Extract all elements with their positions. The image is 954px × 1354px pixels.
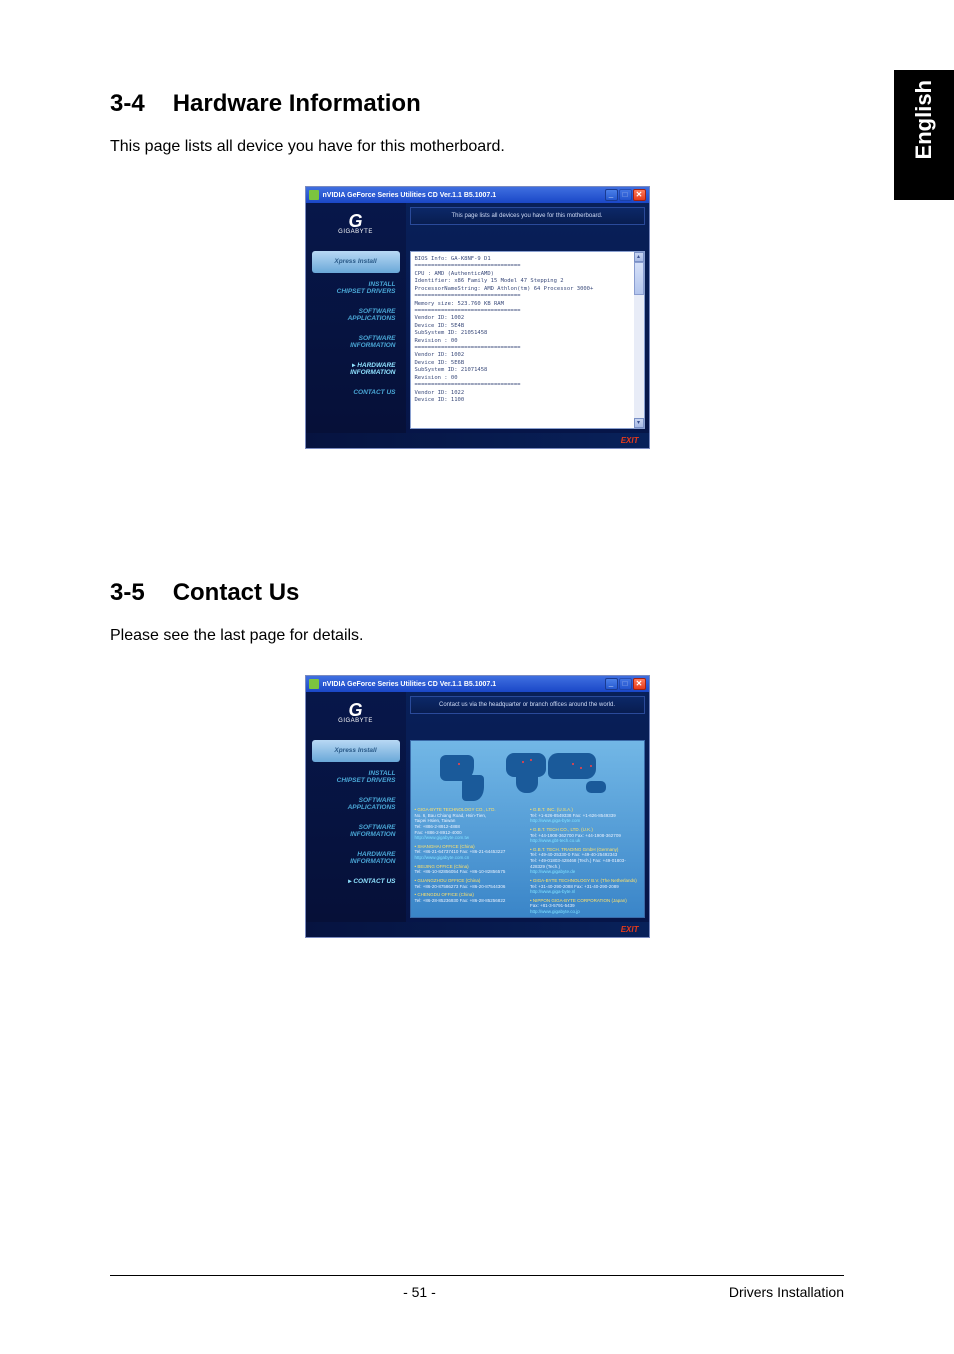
screenshot-hardware-info: nVIDIA GeForce Series Utilities CD Ver.1…: [305, 186, 650, 449]
logo-area: G GIGABYTE: [306, 692, 406, 734]
contact-block: • GUANGZHOU OFFICE (China)Tel: +86-20-87…: [415, 878, 525, 889]
contact-block: • G.B.T. TECH CO., LTD. (U.K.)Tel: +44-1…: [530, 827, 640, 844]
section-title: Hardware Information: [173, 90, 421, 117]
section-number: 3-5: [110, 579, 145, 606]
window-controls: _ □ ✕: [605, 189, 646, 201]
main-panel: This page lists all devices you have for…: [406, 203, 649, 433]
exit-button[interactable]: EXIT: [621, 925, 639, 934]
contact-col-right: • G.B.T. INC. (U.S.A.)Tel: +1-626-854933…: [530, 807, 640, 913]
minimize-button[interactable]: _: [605, 678, 618, 690]
contact-url[interactable]: http://www.giga-byte.nl: [530, 889, 640, 895]
nav-xpress-install[interactable]: Xpress Install: [312, 740, 400, 762]
contact-block: • GIGA-BYTE TECHNOLOGY CO., LTD.No. 6, B…: [415, 807, 525, 841]
contact-block: • SHANGHAI OFFICE (China)Tel: +86-21-647…: [415, 844, 525, 861]
page-footer: - 51 - Drivers Installation: [110, 1275, 844, 1300]
exit-button[interactable]: EXIT: [621, 436, 639, 445]
logo-area: G GIGABYTE: [306, 203, 406, 245]
window-titlebar: nVIDIA GeForce Series Utilities CD Ver.1…: [306, 187, 649, 203]
contact-block: • GIGA-BYTE TECHNOLOGY B.V. (The Netherl…: [530, 878, 640, 895]
nav-hardware-information[interactable]: ▸ HARDWARE INFORMATION: [312, 358, 400, 381]
section-description-contact: Please see the last page for details.: [110, 627, 844, 645]
contact-block: • NIPPON GIGA-BYTE CORPORATION (Japan)Fa…: [530, 898, 640, 915]
info-banner: This page lists all devices you have for…: [410, 207, 645, 225]
nav-software-information[interactable]: SOFTWARE INFORMATION: [312, 331, 400, 354]
close-button[interactable]: ✕: [633, 678, 646, 690]
footer-section-name: Drivers Installation: [729, 1284, 844, 1300]
contact-body: Tel: +49-40-25330-0 Fax: +49-40-25492343…: [530, 852, 640, 869]
info-banner: Contact us via the headquarter or branch…: [410, 696, 645, 714]
nav-contact-us[interactable]: CONTACT US: [312, 385, 400, 400]
contact-body: Tel: +86-20-87586273 Fax: +86-20-8754430…: [415, 884, 525, 890]
maximize-button: □: [619, 189, 632, 201]
nav-contact-us[interactable]: ▸ CONTACT US: [312, 874, 400, 889]
section-heading-contact: 3-5 Contact Us: [110, 579, 844, 607]
window-title: nVIDIA GeForce Series Utilities CD Ver.1…: [323, 681, 605, 688]
nav-software-applications[interactable]: SOFTWARE APPLICATIONS: [312, 304, 400, 327]
contact-body: No. 6, Bau Chiang Road, Hsin-Tien, Taipe…: [415, 813, 525, 836]
contact-url[interactable]: http://www.gigabyte.com.cn: [415, 855, 525, 861]
contact-url[interactable]: http://www.giga-byte.com: [530, 818, 640, 824]
nav-list: Xpress Install INSTALL CHIPSET DRIVERS S…: [306, 734, 406, 922]
window-title: nVIDIA GeForce Series Utilities CD Ver.1…: [323, 192, 605, 199]
contact-block: • G.B.T. INC. (U.S.A.)Tel: +1-626-854933…: [530, 807, 640, 824]
nav-software-applications[interactable]: SOFTWARE APPLICATIONS: [312, 793, 400, 816]
contact-url[interactable]: http://www.gigabyte.co.jp: [530, 909, 640, 915]
hardware-info-text: BIOS Info: GA-K8NF-9 D1 ================…: [411, 252, 644, 408]
hardware-info-listbox: BIOS Info: GA-K8NF-9 D1 ================…: [410, 251, 645, 429]
page-number: - 51 -: [110, 1284, 729, 1300]
logo-glyph: G: [348, 213, 362, 229]
nav-software-information[interactable]: SOFTWARE INFORMATION: [312, 820, 400, 843]
contact-block: • G.B.T. TECH. TRADING GmbH (Germany)Tel…: [530, 847, 640, 875]
contact-columns: • GIGA-BYTE TECHNOLOGY CO., LTD.No. 6, B…: [415, 807, 640, 913]
app-footer: EXIT: [306, 433, 649, 448]
section-description-hw: This page lists all device you have for …: [110, 138, 844, 156]
app-body: G GIGABYTE Xpress Install INSTALL CHIPSE…: [306, 203, 649, 433]
nav-xpress-install[interactable]: Xpress Install: [312, 251, 400, 273]
app-icon: [309, 679, 319, 689]
window-titlebar: nVIDIA GeForce Series Utilities CD Ver.1…: [306, 676, 649, 692]
section-title: Contact Us: [173, 579, 300, 606]
contact-col-left: • GIGA-BYTE TECHNOLOGY CO., LTD.No. 6, B…: [415, 807, 525, 913]
contact-heading: • GIGA-BYTE TECHNOLOGY B.V. (The Netherl…: [530, 878, 640, 884]
sidebar: G GIGABYTE Xpress Install INSTALL CHIPSE…: [306, 692, 406, 922]
contact-body: Tel: +86-28-85236930 Fax: +86-28-8525682…: [415, 898, 525, 904]
scroll-down-button[interactable]: ▾: [634, 418, 644, 428]
scroll-thumb[interactable]: [634, 262, 644, 295]
close-button[interactable]: ✕: [633, 189, 646, 201]
contact-block: • CHENGDU OFFICE (China)Tel: +86-28-8523…: [415, 892, 525, 903]
app-footer: EXIT: [306, 922, 649, 937]
maximize-button: □: [619, 678, 632, 690]
app-icon: [309, 190, 319, 200]
logo-text: GIGABYTE: [338, 229, 373, 235]
screenshot-contact-us: nVIDIA GeForce Series Utilities CD Ver.1…: [305, 675, 650, 938]
contact-url[interactable]: http://www.gigabyte.de: [530, 869, 640, 875]
section-heading-hw: 3-4 Hardware Information: [110, 90, 844, 118]
main-panel: Contact us via the headquarter or branch…: [406, 692, 649, 922]
contact-map-panel: • GIGA-BYTE TECHNOLOGY CO., LTD.No. 6, B…: [410, 740, 645, 918]
section-number: 3-4: [110, 90, 145, 117]
scrollbar[interactable]: ▴ ▾: [634, 252, 644, 428]
nav-install-chipset-drivers[interactable]: INSTALL CHIPSET DRIVERS: [312, 766, 400, 789]
nav-list: Xpress Install INSTALL CHIPSET DRIVERS S…: [306, 245, 406, 433]
nav-install-chipset-drivers[interactable]: INSTALL CHIPSET DRIVERS: [312, 277, 400, 300]
contact-url[interactable]: http://www.gigabyte.com.tw: [415, 835, 525, 841]
contact-body: Tel: +86-10-82856054 Fax: +86-10-8285657…: [415, 869, 525, 875]
nav-hardware-information[interactable]: HARDWARE INFORMATION: [312, 847, 400, 870]
scroll-track[interactable]: [634, 295, 644, 418]
logo-glyph: G: [348, 702, 362, 718]
contact-url[interactable]: http://www.gbt-tech.co.uk: [530, 838, 640, 844]
sidebar: G GIGABYTE Xpress Install INSTALL CHIPSE…: [306, 203, 406, 433]
minimize-button[interactable]: _: [605, 189, 618, 201]
logo-text: GIGABYTE: [338, 718, 373, 724]
scroll-up-button[interactable]: ▴: [634, 252, 644, 262]
page-content: 3-4 Hardware Information This page lists …: [0, 0, 954, 1354]
app-body: G GIGABYTE Xpress Install INSTALL CHIPSE…: [306, 692, 649, 922]
contact-block: • BEIJING OFFICE (China)Tel: +86-10-8285…: [415, 864, 525, 875]
window-controls: _ □ ✕: [605, 678, 646, 690]
